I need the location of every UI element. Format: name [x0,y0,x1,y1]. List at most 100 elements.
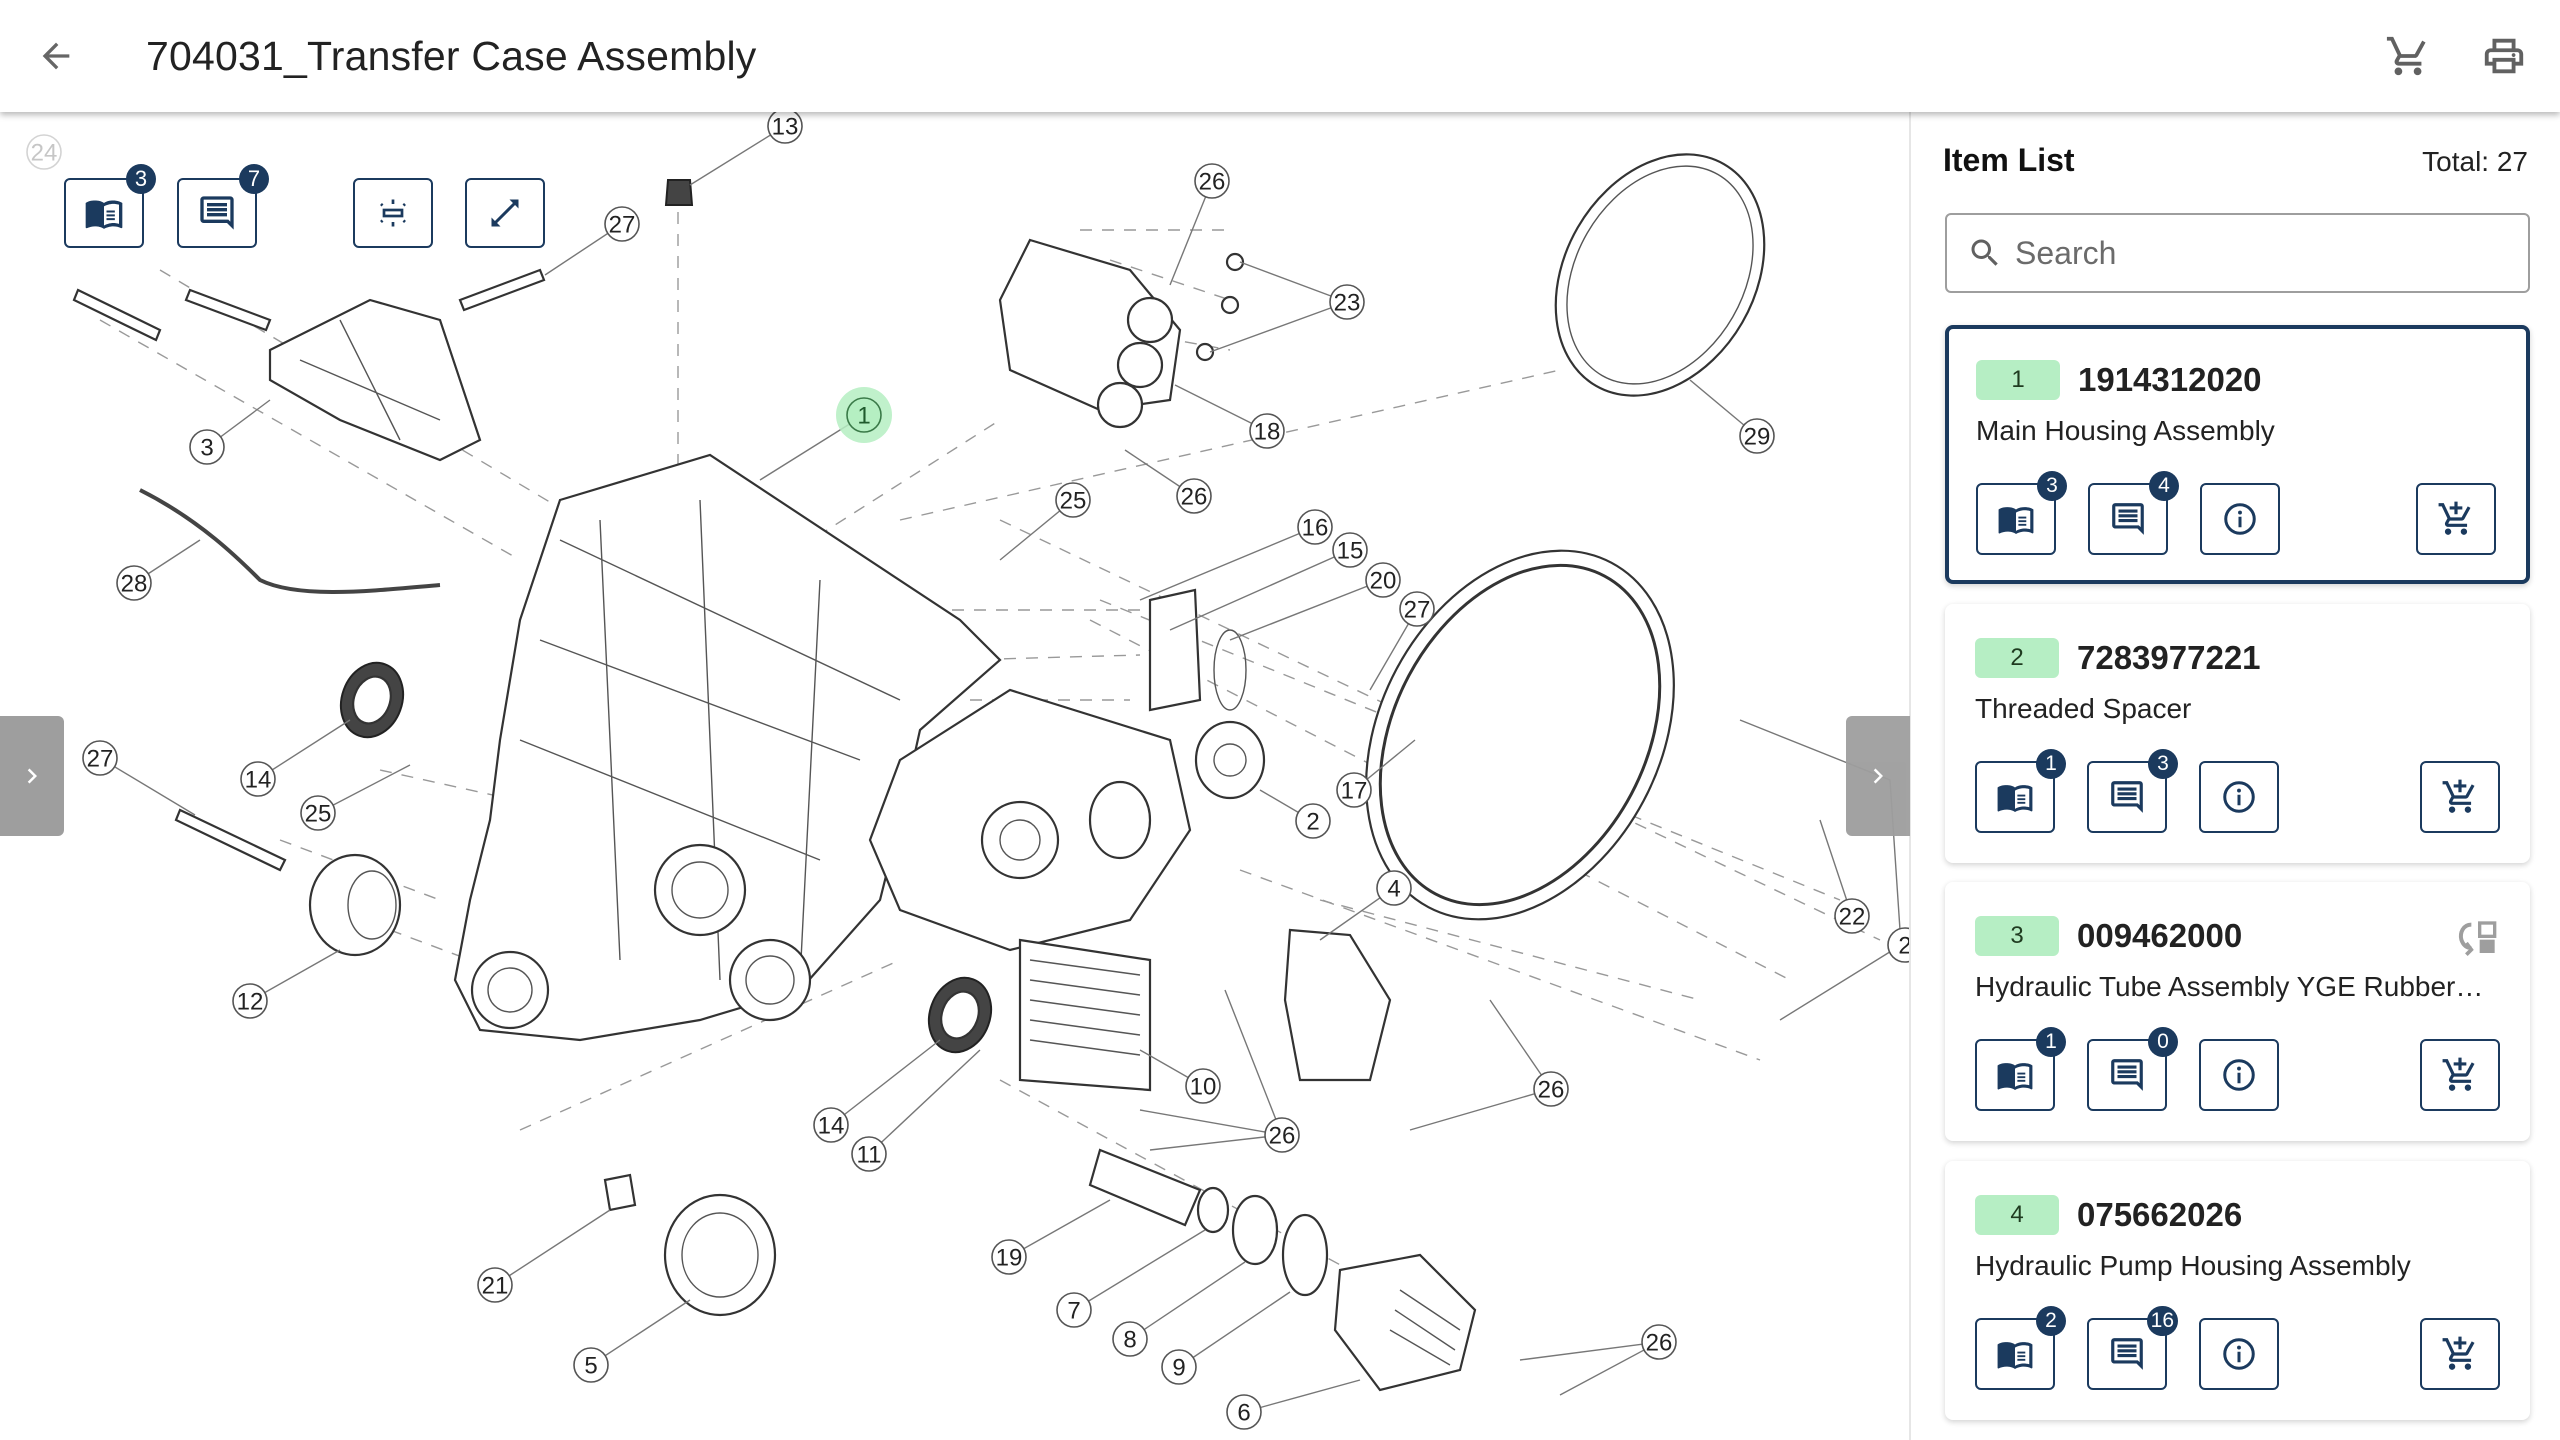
callout-label: 19 [996,1245,1023,1272]
callout-27[interactable]: 27 [604,206,640,242]
previous-drawing-button[interactable] [0,716,64,836]
substitute-part-icon[interactable] [2456,918,2500,958]
callout-8[interactable]: 8 [1112,1321,1148,1357]
callout-16[interactable]: 16 [1297,509,1333,545]
search-input[interactable] [2015,234,2495,272]
search-box[interactable] [1945,213,2530,293]
fullscreen-button[interactable] [465,178,545,248]
item-notes-button[interactable]: 16 [2087,1306,2178,1390]
book-open-icon [1997,1063,2033,1091]
callout-10[interactable]: 10 [1185,1068,1221,1104]
callout-29[interactable]: 29 [1739,418,1775,454]
item-card-4[interactable]: 4 075662026 Hydraulic Pump Housing Assem… [1945,1161,2530,1420]
comment-icon [2111,781,2143,813]
chevron-right-icon [1873,768,1883,784]
callout-24[interactable]: 24 [26,134,62,170]
callout-1[interactable]: 1 [836,387,892,443]
book-open-icon [1997,1342,2033,1370]
callout-7[interactable]: 7 [1056,1292,1092,1328]
callout-label: 27 [609,212,636,239]
callout-26[interactable]: 26 [1641,1324,1677,1360]
add-shopping-cart-icon [2442,1057,2475,1091]
callout-17[interactable]: 17 [1336,772,1372,808]
callout-13[interactable]: 13 [767,112,803,144]
item-card-1[interactable]: 1 1914312020 Main Housing Assembly 3 4 [1945,325,2530,584]
chevron-right-icon [27,768,37,784]
callout-26[interactable]: 26 [1533,1071,1569,1107]
callout-26[interactable]: 26 [1176,478,1212,514]
callout-18[interactable]: 18 [1249,413,1285,449]
fit-to-screen-button[interactable] [353,178,433,248]
add-to-cart-button[interactable] [2420,761,2500,833]
item-notes-button[interactable]: 3 [2087,749,2178,833]
callout-22[interactable]: 22 [1834,898,1870,934]
item-notes-button[interactable]: 4 [2088,471,2179,555]
callout-11[interactable]: 11 [851,1136,887,1172]
callout-25[interactable]: 25 [1055,482,1091,518]
callout-label: 12 [237,989,264,1016]
shopping-cart-icon [2386,36,2426,76]
callout-19[interactable]: 19 [991,1239,1027,1275]
callout-12[interactable]: 12 [232,983,268,1019]
item-card-3[interactable]: 3 009462000 Hydraulic Tube Assembly YGE … [1945,882,2530,1141]
exploded-view-canvas[interactable]: 24 13 27 26 23 18 26 29 1 3 28 25 16 15 20 27 27 14 25 17 2 4… [0,112,1909,1440]
cart-button[interactable] [2382,30,2434,82]
printer-icon [2484,38,2524,74]
info-icon [2223,1338,2255,1370]
print-button[interactable] [2478,30,2530,82]
part-illustrations [72,153,1766,1392]
manuals-button[interactable]: 3 [64,164,156,248]
item-info-button[interactable] [2200,483,2280,555]
item-manuals-button[interactable]: 3 [1976,471,2067,555]
back-button[interactable] [30,30,82,82]
comment-icon [2111,1059,2143,1091]
callout-27[interactable]: 27 [1399,591,1435,627]
callout-2[interactable]: 2 [1887,927,1909,963]
callout-label: 13 [772,114,799,141]
info-icon [2223,781,2255,813]
add-to-cart-button[interactable] [2416,483,2496,555]
notes-button[interactable]: 7 [177,164,269,248]
callout-label: 8 [1123,1327,1136,1354]
callout-label: 2 [1306,809,1319,836]
callout-9[interactable]: 9 [1161,1349,1197,1385]
callout-14[interactable]: 14 [813,1107,849,1143]
item-info-button[interactable] [2199,761,2279,833]
callout-14[interactable]: 14 [240,761,276,797]
add-to-cart-button[interactable] [2420,1039,2500,1111]
add-to-cart-button[interactable] [2420,1318,2500,1390]
callout-label: 23 [1334,290,1361,317]
next-drawing-button[interactable] [1846,716,1910,836]
item-notes-button[interactable]: 0 [2087,1027,2178,1111]
item-info-button[interactable] [2199,1039,2279,1111]
callout-4[interactable]: 4 [1376,870,1412,906]
exploded-drawing[interactable]: 2413272623182629132825161520272714251724… [0,112,1909,1440]
callout-label: 3 [200,435,213,462]
callout-26[interactable]: 26 [1264,1117,1300,1153]
callout-25[interactable]: 25 [300,795,336,831]
item-manuals-button[interactable]: 1 [1975,1027,2066,1111]
callout-23[interactable]: 23 [1329,284,1365,320]
item-info-button[interactable] [2199,1318,2279,1390]
callout-2[interactable]: 2 [1295,803,1331,839]
callout-21[interactable]: 21 [477,1267,513,1303]
callout-label: 27 [1404,597,1431,624]
item-manuals-button[interactable]: 2 [1975,1306,2066,1390]
callout-5[interactable]: 5 [573,1347,609,1383]
callout-15[interactable]: 15 [1332,532,1368,568]
part-description: Threaded Spacer [1975,693,2192,724]
callout-26[interactable]: 26 [1194,163,1230,199]
callout-label: 14 [818,1113,845,1140]
callout-label: 28 [121,571,148,598]
callout-27[interactable]: 27 [82,740,118,776]
callout-20[interactable]: 20 [1365,562,1401,598]
callout-3[interactable]: 3 [189,429,225,465]
item-card-2[interactable]: 2 7283977221 Threaded Spacer 1 3 [1945,604,2530,863]
callout-label: 18 [1254,419,1281,446]
part-number: 1914312020 [2078,361,2262,398]
callout-28[interactable]: 28 [116,565,152,601]
callout-6[interactable]: 6 [1226,1394,1262,1430]
notes-count-badge: 16 [2146,1306,2178,1336]
callout-label: 7 [1067,1298,1080,1325]
item-manuals-button[interactable]: 1 [1975,749,2066,833]
